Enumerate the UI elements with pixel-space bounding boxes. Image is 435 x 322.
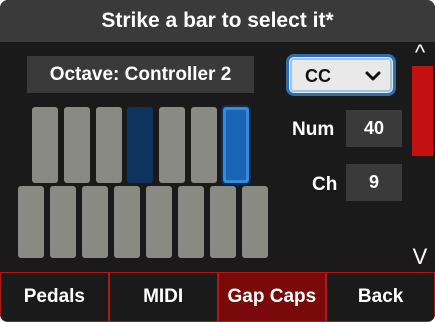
- top-row-bar-4[interactable]: [127, 107, 154, 183]
- bottom-row-bar-6[interactable]: [178, 186, 204, 258]
- bottom-row-bar-2[interactable]: [50, 186, 76, 258]
- bottom-row-bar-5[interactable]: [146, 186, 172, 258]
- back-button[interactable]: Back: [326, 272, 435, 322]
- ch-field[interactable]: 9: [346, 164, 402, 201]
- page-title: Strike a bar to select it*: [0, 0, 435, 42]
- scrollbar-thumb[interactable]: [412, 66, 433, 156]
- bottom-row-bar-3[interactable]: [82, 186, 108, 258]
- top-row-bar-6[interactable]: [191, 107, 217, 183]
- device-screen: Strike a bar to select it* Octave: Contr…: [0, 0, 435, 322]
- bottom-row-bar-7[interactable]: [210, 186, 236, 258]
- gap-caps-button[interactable]: Gap Caps: [217, 272, 327, 322]
- top-row-bar-3[interactable]: [95, 107, 122, 183]
- chevron-down-icon: [365, 67, 381, 88]
- ch-label: Ch: [312, 174, 338, 195]
- top-row-bar-7[interactable]: [222, 107, 249, 183]
- bottom-nav: Pedals MIDI Gap Caps Back: [0, 272, 435, 322]
- pedals-button[interactable]: Pedals: [0, 272, 109, 322]
- midi-button[interactable]: MIDI: [108, 272, 218, 322]
- num-field[interactable]: 40: [346, 110, 402, 147]
- top-row-bar-1[interactable]: [32, 107, 58, 183]
- chevron-down-icon[interactable]: V: [408, 244, 432, 270]
- bottom-row-bar-4[interactable]: [114, 186, 140, 258]
- mode-select[interactable]: CC: [286, 54, 396, 96]
- top-row-bar-5[interactable]: [159, 107, 186, 183]
- num-label: Num: [292, 119, 335, 140]
- bottom-row-bar-1[interactable]: [18, 186, 44, 258]
- octave-label: Octave: Controller 2: [27, 56, 254, 93]
- bottom-row-bar-8[interactable]: [242, 186, 268, 258]
- mode-select-value: CC: [305, 66, 331, 86]
- top-row-bar-2[interactable]: [63, 107, 90, 183]
- chevron-up-icon[interactable]: ^: [408, 40, 432, 66]
